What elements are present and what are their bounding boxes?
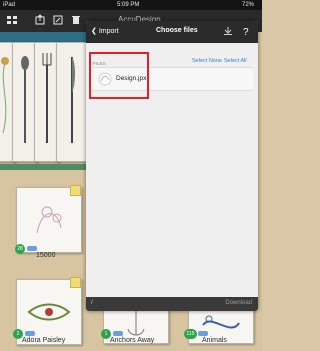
note-icon	[70, 185, 81, 196]
select-none-button[interactable]: Select None	[192, 58, 222, 64]
floral-design-icon	[36, 206, 62, 234]
share-icon[interactable]	[34, 14, 46, 26]
count-badge: 115	[184, 329, 197, 339]
dialog-footer: / Download	[86, 297, 258, 311]
path-label: /	[91, 300, 93, 306]
back-label: Import	[98, 28, 119, 35]
tile-label: Animals	[202, 337, 227, 344]
download-icon[interactable]	[222, 25, 234, 37]
status-pill	[198, 331, 208, 336]
status-pill	[25, 331, 35, 336]
status-bar: iPad 5:09 PM 72%	[0, 0, 262, 10]
chevron-left-icon: ❮	[91, 28, 97, 35]
status-pill	[113, 331, 123, 336]
shelf-edge	[0, 164, 90, 170]
design-card[interactable]	[56, 42, 88, 162]
edit-icon[interactable]	[52, 14, 64, 26]
grid-menu-icon[interactable]	[6, 14, 18, 26]
download-button[interactable]: Download	[225, 300, 252, 306]
highlight-box	[89, 52, 149, 99]
dialog-title: Choose files	[156, 27, 198, 34]
trash-icon[interactable]	[70, 14, 82, 26]
knife-design-icon	[71, 57, 75, 143]
tile-label: 15000	[36, 252, 56, 259]
clock: 5:09 PM	[117, 2, 140, 8]
device-label: iPad	[3, 2, 16, 8]
help-icon[interactable]: ?	[240, 25, 252, 37]
tile-label: Adora Paisley	[22, 337, 66, 344]
back-button[interactable]: ❮ Import	[91, 27, 119, 35]
battery-level: 72%	[242, 2, 255, 8]
design-card-stack[interactable]	[0, 42, 90, 164]
status-pill	[27, 246, 37, 251]
select-all-button[interactable]: Select All	[224, 58, 247, 64]
note-icon	[70, 277, 81, 288]
dialog-header: ❮ Import Choose files ?	[86, 21, 258, 43]
svg-text:?: ?	[243, 27, 249, 37]
tile-label: Anchors Away	[110, 337, 155, 344]
design-tile[interactable]	[16, 187, 82, 253]
count-badge: 28	[15, 244, 25, 254]
